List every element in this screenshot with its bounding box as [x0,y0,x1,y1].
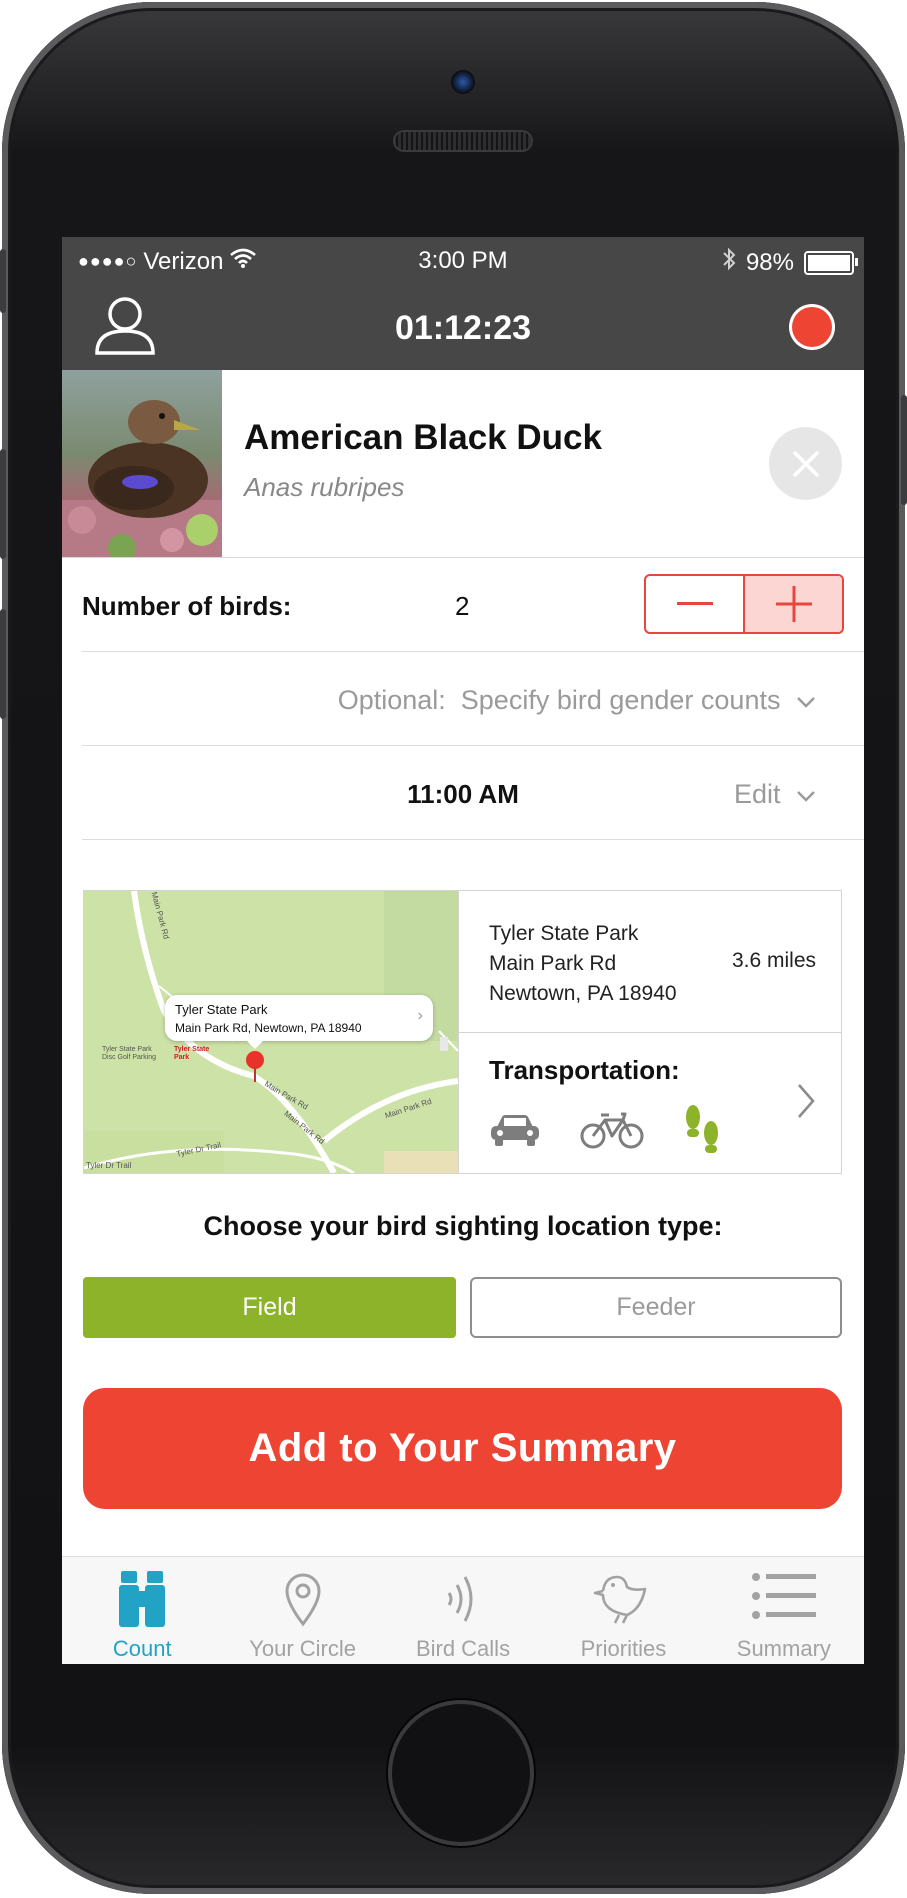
tab-summary[interactable]: Summary [704,1557,864,1664]
map-callout[interactable]: Tyler State Park Main Park Rd, Newtown, … [165,995,433,1049]
minus-icon [676,602,713,605]
tab-label: Priorities [580,1636,667,1661]
battery-icon [804,250,858,275]
map-callout-address: Main Park Rd, Newtown, PA 18940 [175,1021,362,1035]
location-distance: 3.6 miles [731,949,816,972]
map-pin-icon [222,1571,382,1627]
binoculars-icon [62,1571,222,1627]
increment-button[interactable] [745,576,842,632]
location-address: Tyler State Park Main Park Rd Newtown, P… [458,891,841,1033]
mute-switch [0,249,6,313]
tab-bar: Count Your Circle Bird Calls Priorities [62,1556,864,1664]
home-button[interactable] [388,1700,534,1846]
species-header: American Black Duck Anas rubripes [62,370,864,558]
tab-label: Count [112,1636,172,1661]
feeder-option-button[interactable]: Feeder [470,1277,842,1338]
location-map[interactable]: Main Park Rd Main Park Rd Main Park Rd M… [84,891,458,1173]
location-name: Tyler State Park [489,922,639,945]
bluetooth-icon [722,246,736,279]
bird-icon [543,1571,703,1627]
close-button[interactable] [769,427,842,500]
species-scientific-name: Anas rubripes [244,472,405,502]
field-option-button[interactable]: Field [83,1277,456,1338]
map-place-label: Tyler State Park Disc Golf Parking [102,1046,157,1061]
chevron-down-icon [797,791,815,802]
bird-count-row: Number of birds: 2 [82,558,864,652]
add-to-summary-button[interactable]: Add to Your Summary [83,1388,842,1509]
map-park-label: Tyler State Park [174,1046,210,1061]
species-common-name: American Black Duck [244,418,602,457]
sighting-time-row: 11:00 AM Edit [82,746,864,840]
chevron-right-icon [797,1083,815,1124]
session-header: 01:12:23 [62,283,864,370]
bicycle-icon[interactable] [579,1110,645,1155]
close-icon [792,450,819,477]
decrement-button[interactable] [646,576,745,632]
chevron-down-icon [797,697,815,708]
power-button [901,395,907,505]
tab-label: Bird Calls [415,1636,511,1661]
app-screen: ●●●●○ Verizon 3:00 PM 98% 01:12:23 Ameri… [62,237,864,1664]
status-bar: ●●●●○ Verizon 3:00 PM 98% [62,237,864,283]
record-button[interactable] [792,307,832,347]
location-city: Newtown, PA 18940 [489,982,677,1005]
bird-count-value: 2 [455,591,470,621]
battery-percent: 98% [745,248,794,276]
location-card: Main Park Rd Main Park Rd Main Park Rd M… [83,890,842,1174]
tab-label: Your Circle [249,1636,356,1661]
gender-counts-row[interactable]: Optional: Specify bird gender counts [82,652,864,746]
map-trail-label: Tyler Dr Trail [86,1161,132,1170]
transportation-selector[interactable]: Transportation: [458,1033,841,1173]
car-icon[interactable] [489,1113,541,1152]
plus-icon [775,586,812,622]
edit-time-button[interactable]: Edit [734,779,816,810]
phone-frame: ●●●●○ Verizon 3:00 PM 98% 01:12:23 Ameri… [0,2,907,1894]
gender-counts-link[interactable]: Specify bird gender counts [461,685,781,715]
transportation-label: Transportation: [489,1055,680,1085]
edit-label: Edit [733,779,781,809]
sound-waves-icon [383,1571,543,1627]
front-camera [451,70,475,94]
list-icon [704,1571,864,1621]
tab-priorities[interactable]: Priorities [543,1557,703,1664]
earpiece-speaker [393,130,533,152]
map-pin-icon [246,1051,264,1082]
volume-down-button [0,609,6,719]
tab-bird-calls[interactable]: Bird Calls [383,1557,543,1664]
bird-photo [62,370,222,557]
location-type-title: Choose your bird sighting location type: [203,1211,723,1241]
footprints-icon[interactable] [683,1103,723,1162]
tab-your-circle[interactable]: Your Circle [222,1557,382,1664]
bird-count-label: Number of birds: [82,591,292,621]
map-callout-title: Tyler State Park [175,1002,268,1017]
chevron-right-icon: › [417,1007,423,1024]
tab-label: Summary [736,1636,831,1661]
volume-up-button [0,449,6,559]
tab-count[interactable]: Count [62,1557,222,1664]
location-street: Main Park Rd [489,952,617,975]
optional-label: Optional: [337,685,446,715]
session-timer: 01:12:23 [394,309,532,347]
quantity-stepper[interactable] [644,574,844,634]
